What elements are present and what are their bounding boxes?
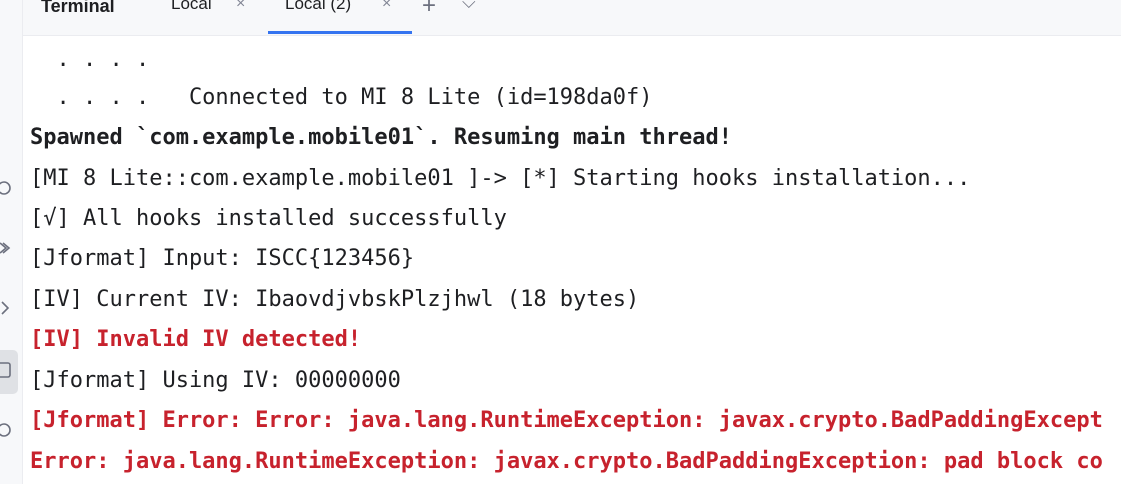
tab-local[interactable]: Local ×: [171, 0, 279, 34]
close-icon[interactable]: ×: [382, 0, 391, 12]
terminal-line-error: [Jformat] Error: Error: java.lang.Runtim…: [30, 408, 1103, 433]
active-tab-indicator: [268, 31, 412, 34]
terminal-line-error: Error: java.lang.RuntimeException: javax…: [30, 449, 1103, 474]
left-tool-strip: [0, 0, 23, 484]
terminal-line: [MI 8 Lite::com.example.mobile01 ]-> [*]…: [30, 166, 971, 191]
tab-label: Local (2): [285, 0, 352, 13]
terminal-line: [IV] Current IV: IbaovdjvbskPlzjhwl (18 …: [30, 287, 640, 312]
tab-label: Local: [171, 0, 212, 13]
build-icon[interactable]: [0, 236, 16, 262]
terminal-line: . . . . Connected to MI 8 Lite (id=198da…: [30, 85, 653, 110]
terminal-line: [√] All hooks installed successfully: [30, 206, 507, 231]
add-tab-icon[interactable]: +: [422, 0, 436, 20]
chevron-down-icon[interactable]: ⌵: [462, 0, 476, 13]
terminal-line: . . . .: [30, 47, 150, 72]
git-icon[interactable]: [0, 296, 16, 322]
terminal-line: [Jformat] Input: ISCC{123456}: [30, 246, 415, 271]
tool-window-title: Terminal: [41, 0, 115, 16]
terminal-line: [Jformat] Using IV: 00000000: [30, 368, 401, 393]
terminal-icon[interactable]: [0, 358, 16, 384]
tab-local-2[interactable]: Local (2) ×: [285, 0, 413, 34]
terminal-tab-bar: Terminal Local × Local (2) × + ⌵: [23, 0, 1121, 36]
problems-icon[interactable]: [0, 418, 16, 444]
run-icon[interactable]: [0, 176, 16, 202]
terminal-line: Spawned `com.example.mobile01`. Resuming…: [30, 125, 732, 150]
terminal-output[interactable]: . . . . . . . . Connected to MI 8 Lite (…: [23, 36, 1121, 484]
terminal-line-error: [IV] Invalid IV detected!: [30, 327, 362, 352]
close-icon[interactable]: ×: [236, 0, 245, 12]
